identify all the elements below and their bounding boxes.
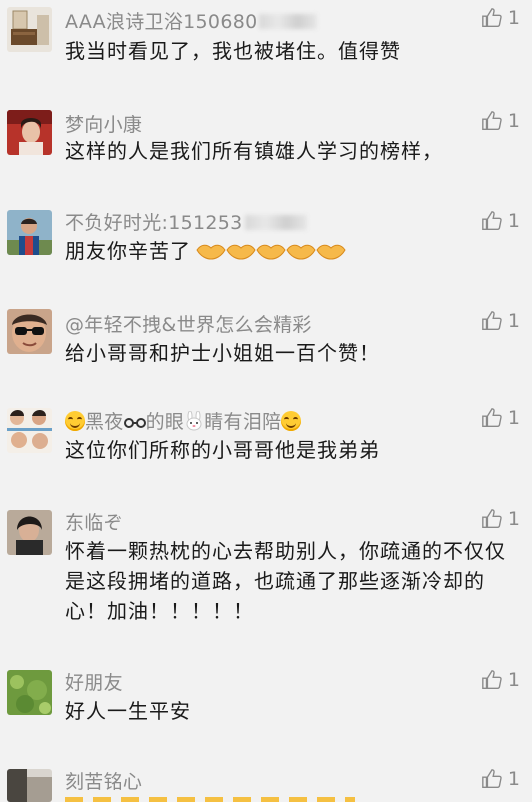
like-count: 1 bbox=[507, 407, 520, 429]
comment-text: 这位你们所称的小哥哥他是我弟弟 bbox=[65, 438, 380, 462]
comment-username[interactable]: 梦向小康 bbox=[65, 110, 142, 137]
rabbit-icon bbox=[184, 410, 204, 436]
like-count: 1 bbox=[507, 7, 520, 29]
like-button[interactable]: 1 bbox=[481, 7, 520, 29]
username-text: 睛有泪陪 bbox=[204, 411, 282, 433]
thumbs-up-icon bbox=[482, 408, 502, 427]
thumbs-up-icon bbox=[482, 8, 502, 27]
avatar[interactable] bbox=[7, 769, 52, 802]
comment-username[interactable]: 东临ぞ bbox=[65, 508, 123, 535]
username-text: AAA浪诗卫浴150680 bbox=[65, 11, 258, 33]
comment-username[interactable]: 好朋友 bbox=[65, 668, 123, 695]
like-count: 1 bbox=[507, 669, 520, 691]
group-collage-photo-icon bbox=[7, 408, 52, 453]
like-button[interactable]: 1 bbox=[481, 508, 520, 530]
like-button[interactable]: 1 bbox=[481, 669, 520, 691]
avatar[interactable] bbox=[7, 408, 52, 453]
comment-text-content: 朋友你辛苦了 bbox=[65, 239, 191, 263]
comment-text: 好人一生平安 bbox=[65, 699, 191, 723]
glasses-icon bbox=[123, 412, 146, 434]
smiling-face-icon bbox=[281, 411, 302, 431]
comment-username[interactable]: AAA浪诗卫浴150680 bbox=[65, 7, 318, 34]
thumbs-up-icon bbox=[482, 111, 502, 130]
bathroom-furniture-photo-icon bbox=[7, 7, 52, 52]
green-field-photo-icon bbox=[7, 670, 52, 715]
like-count: 1 bbox=[507, 508, 520, 530]
comment-username[interactable]: @年轻不拽&世界怎么会精彩 bbox=[65, 310, 312, 337]
like-count: 1 bbox=[507, 110, 520, 132]
like-button[interactable]: 1 bbox=[481, 110, 520, 132]
person-partial-photo-icon bbox=[7, 769, 52, 802]
avatar[interactable] bbox=[7, 110, 52, 155]
redacted-number bbox=[244, 215, 307, 230]
like-count: 1 bbox=[507, 310, 520, 332]
smiling-face-icon bbox=[65, 411, 85, 431]
like-button[interactable]: 1 bbox=[481, 407, 520, 429]
thumbs-up-icon bbox=[482, 311, 502, 330]
avatar[interactable] bbox=[7, 7, 52, 52]
like-button[interactable]: 1 bbox=[481, 768, 520, 790]
comment-text: 这样的人是我们所有镇雄人学习的榜样， bbox=[65, 139, 443, 163]
cut-off-emoji-row bbox=[65, 797, 355, 802]
comment-text: 我当时看见了，我也被堵住。值得赞 bbox=[65, 39, 401, 63]
comment-text: 给小哥哥和护士小姐姐一百个赞！ bbox=[65, 341, 380, 365]
like-count: 1 bbox=[507, 210, 520, 232]
redacted-number bbox=[259, 14, 318, 29]
avatar[interactable] bbox=[7, 510, 52, 555]
thumbs-up-icon bbox=[482, 509, 502, 528]
woman-red-background-photo-icon bbox=[7, 110, 52, 155]
thumbs-up-icon bbox=[482, 769, 502, 788]
like-button[interactable]: 1 bbox=[481, 210, 520, 232]
username-text: 黑夜 bbox=[85, 411, 124, 433]
person-dark-hair-photo-icon bbox=[7, 510, 52, 555]
avatar[interactable] bbox=[7, 670, 52, 715]
comment-text: 朋友你辛苦了 bbox=[65, 236, 520, 270]
man-outdoor-photo-icon bbox=[7, 210, 52, 255]
comment-username[interactable]: 黑夜 的眼 睛有泪陪 bbox=[65, 407, 302, 436]
comment-username[interactable]: 刻苦铭心 bbox=[65, 767, 142, 794]
avatar[interactable] bbox=[7, 309, 52, 354]
username-text: 的眼 bbox=[145, 411, 185, 433]
thumbs-up-icon bbox=[482, 670, 502, 689]
like-count: 1 bbox=[507, 768, 520, 790]
handshake-emoji-icon bbox=[195, 240, 347, 270]
username-text: 不负好时光:151253 bbox=[65, 212, 243, 234]
comment-username[interactable]: 不负好时光:151253 bbox=[65, 208, 307, 235]
thumbs-up-icon bbox=[482, 211, 502, 230]
child-sunglasses-photo-icon bbox=[7, 309, 52, 354]
avatar[interactable] bbox=[7, 210, 52, 255]
like-button[interactable]: 1 bbox=[481, 310, 520, 332]
comment-text: 怀着一颗热枕的心去帮助别人，你疏通的不仅仅是这段拥堵的道路，也疏通了那些逐渐冷却… bbox=[65, 539, 506, 623]
